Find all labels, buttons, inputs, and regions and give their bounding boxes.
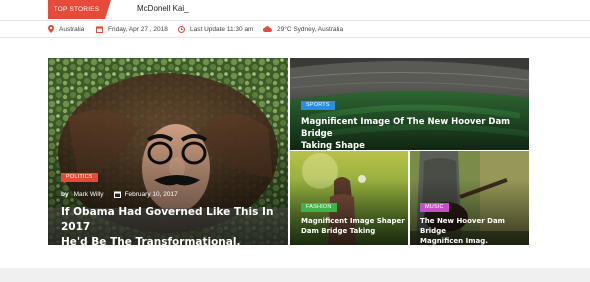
category-badge-music[interactable]: MUSIC — [420, 203, 449, 212]
map-pin-icon — [48, 25, 54, 33]
info-bar: Australia Friday, Apr 27 , 2018 Last Upd… — [0, 21, 590, 38]
top-stories-label: TOP STORIES — [48, 0, 105, 19]
featured-title[interactable]: If Obama Had Governed Like This In 2017 … — [61, 205, 287, 245]
music-title-line1: The New Hoover Dam Bridge — [420, 217, 505, 235]
featured-title-line1: If Obama Had Governed Like This In 2017 — [61, 206, 274, 233]
featured-title-line2: He'd Be The Transformational. — [61, 236, 241, 245]
featured-story[interactable]: POLITICS by Mark Willy February 10, 2017… — [48, 58, 288, 245]
story-music[interactable]: MUSIC The New Hoover Dam Bridge Magnific… — [410, 151, 529, 245]
featured-meta: by Mark Willy February 10, 2017 — [61, 191, 178, 198]
sports-title-line1: Magnificent Image Of The New Hoover Dam … — [301, 117, 511, 139]
top-stories-tip — [105, 0, 111, 19]
category-badge-sports[interactable]: SPORTS — [301, 101, 335, 110]
sports-title-line2: Taking Shape — [301, 141, 365, 150]
location-text: Australia — [59, 25, 85, 33]
weather-text: 29°C Sydney, Australia — [277, 25, 344, 33]
location-info: Australia — [48, 21, 84, 37]
fashion-title-line1: Magnificent Image Shaper — [301, 217, 405, 225]
category-badge-politics[interactable]: POLITICS — [61, 173, 98, 182]
cloud-icon — [263, 26, 272, 32]
sports-title[interactable]: Magnificent Image Of The New Hoover Dam … — [301, 116, 526, 150]
weather-info: 29°C Sydney, Australia — [263, 21, 343, 37]
music-title-line2: Magnificen Imag. — [420, 237, 488, 245]
calendar-icon — [96, 25, 103, 33]
update-text: Last Update 11:30 am — [190, 25, 254, 33]
by-label: by — [61, 191, 69, 198]
date-info: Friday, Apr 27 , 2018 — [96, 21, 168, 37]
fashion-title-line2: Dam Bridge Taking — [301, 227, 376, 235]
clock-icon — [178, 25, 185, 33]
story-fashion[interactable]: FASHION Magnificent Image Shaper Dam Bri… — [290, 151, 408, 245]
news-ticker[interactable]: McDonell Kai_ — [137, 4, 189, 13]
music-title[interactable]: The New Hoover Dam Bridge Magnificen Ima… — [420, 216, 526, 245]
calendar-icon — [113, 191, 121, 198]
update-info: Last Update 11:30 am — [178, 21, 253, 37]
top-bar: TOP STORIES McDonell Kai_ — [0, 0, 590, 21]
story-sports[interactable]: SPORTS Magnificent Image Of The New Hoov… — [290, 58, 529, 150]
featured-date: February 10, 2017 — [124, 191, 178, 198]
author-name[interactable]: Mark Willy — [74, 191, 104, 198]
fashion-title[interactable]: Magnificent Image Shaper Dam Bridge Taki… — [301, 216, 405, 236]
category-badge-fashion[interactable]: FASHION — [301, 203, 337, 212]
date-text: Friday, Apr 27 , 2018 — [108, 25, 168, 33]
